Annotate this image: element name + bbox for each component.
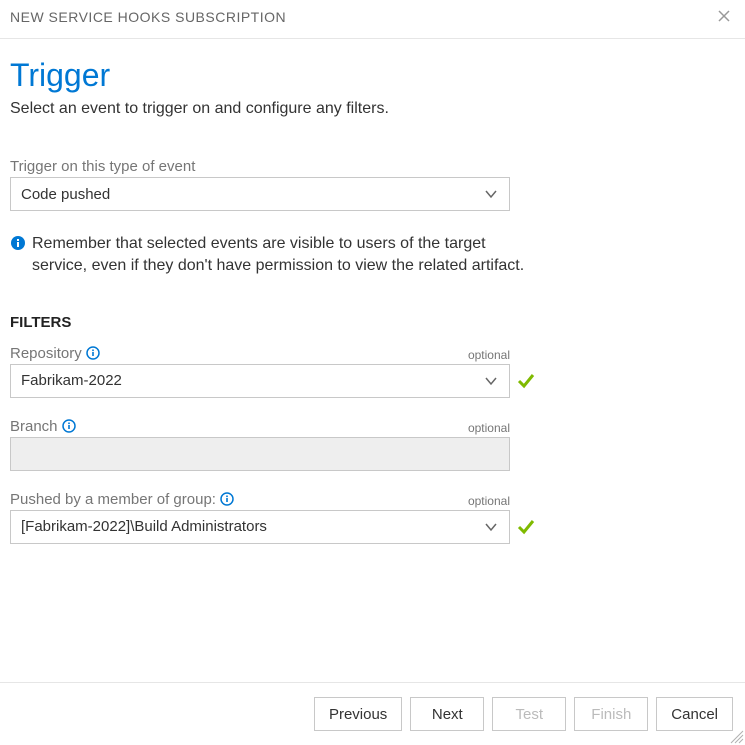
page-subtitle: Select an event to trigger on and config… xyxy=(10,100,735,118)
cancel-button[interactable]: Cancel xyxy=(656,697,733,731)
branch-optional: optional xyxy=(468,421,510,435)
repository-filter: Repository optional Fabrikam-2022 xyxy=(10,345,735,398)
info-icon[interactable] xyxy=(86,346,100,360)
group-label-text: Pushed by a member of group: xyxy=(10,491,216,508)
dialog-title: NEW SERVICE HOOKS SUBSCRIPTION xyxy=(10,9,286,25)
group-optional: optional xyxy=(468,494,510,508)
info-icon xyxy=(10,233,26,254)
repository-label-text: Repository xyxy=(10,345,82,362)
previous-button[interactable]: Previous xyxy=(314,697,402,731)
test-button: Test xyxy=(492,697,566,731)
next-button[interactable]: Next xyxy=(410,697,484,731)
event-select[interactable]: Code pushed xyxy=(10,177,510,211)
chevron-down-icon xyxy=(483,186,499,202)
event-field: Trigger on this type of event Code pushe… xyxy=(10,158,735,211)
resize-grip-icon[interactable] xyxy=(729,729,745,745)
repository-select[interactable]: Fabrikam-2022 xyxy=(10,364,510,398)
info-icon[interactable] xyxy=(62,419,76,433)
content-area: Trigger Select an event to trigger on an… xyxy=(0,39,745,682)
footer: Previous Next Test Finish Cancel xyxy=(0,682,745,745)
chevron-down-icon xyxy=(483,519,499,535)
titlebar: NEW SERVICE HOOKS SUBSCRIPTION xyxy=(0,0,745,39)
repository-label: Repository xyxy=(10,345,100,362)
repository-optional: optional xyxy=(468,348,510,362)
page-title: Trigger xyxy=(10,57,735,94)
branch-select[interactable] xyxy=(10,437,510,471)
branch-label-text: Branch xyxy=(10,418,58,435)
group-select[interactable]: [Fabrikam-2022]\Build Administrators xyxy=(10,510,510,544)
close-button[interactable] xyxy=(713,6,735,28)
branch-label: Branch xyxy=(10,418,76,435)
finish-button: Finish xyxy=(574,697,648,731)
info-icon[interactable] xyxy=(220,492,234,506)
filters-heading: FILTERS xyxy=(10,314,735,331)
close-icon xyxy=(717,9,731,23)
chevron-down-icon xyxy=(483,373,499,389)
event-note-row: Remember that selected events are visibl… xyxy=(10,233,530,278)
event-label: Trigger on this type of event xyxy=(10,158,735,175)
branch-filter: Branch optional xyxy=(10,418,735,471)
event-select-value: Code pushed xyxy=(21,186,110,203)
check-icon xyxy=(516,517,536,537)
group-label: Pushed by a member of group: xyxy=(10,491,234,508)
check-icon xyxy=(516,371,536,391)
group-select-value: [Fabrikam-2022]\Build Administrators xyxy=(21,518,267,535)
event-note-text: Remember that selected events are visibl… xyxy=(32,233,530,278)
repository-select-value: Fabrikam-2022 xyxy=(21,372,122,389)
dialog-container: NEW SERVICE HOOKS SUBSCRIPTION Trigger S… xyxy=(0,0,745,745)
group-filter: Pushed by a member of group: optional [F… xyxy=(10,491,735,544)
